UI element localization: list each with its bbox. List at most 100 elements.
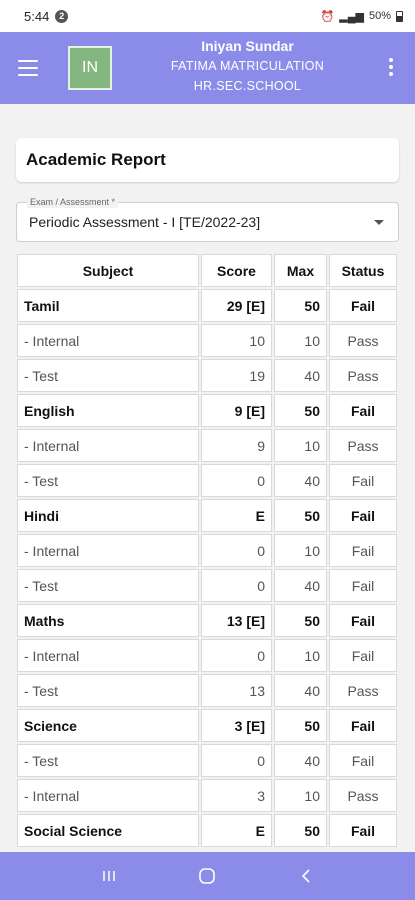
cell-subject: - Internal	[17, 639, 199, 672]
cell-subject: Science	[17, 709, 199, 742]
menu-icon[interactable]	[18, 60, 38, 76]
school-name-line1: FATIMA MATRICULATION	[170, 59, 325, 73]
cell-max: 40	[274, 464, 327, 497]
cell-status: Fail	[329, 499, 397, 532]
cell-subject: Maths	[17, 604, 199, 637]
status-left: 5:44 2	[24, 8, 69, 24]
cell-subject: Tamil	[17, 289, 199, 322]
cell-status: Pass	[329, 674, 397, 707]
cell-subject: - Internal	[17, 429, 199, 462]
cell-score: 9 [E]	[201, 394, 272, 427]
cell-status: Fail	[329, 814, 397, 847]
student-name: Iniyan Sundar	[201, 38, 294, 54]
table-row: - Internal 3 10 Pass	[17, 779, 397, 812]
cell-subject: - Internal	[17, 779, 199, 812]
col-header-status: Status	[329, 254, 397, 287]
cell-max: 50	[274, 499, 327, 532]
alarm-icon: ⏰	[320, 10, 335, 23]
cell-score: 0	[201, 534, 272, 567]
cell-status: Fail	[329, 744, 397, 777]
cell-max: 40	[274, 359, 327, 392]
cell-score: 0	[201, 744, 272, 777]
cell-subject: - Test	[17, 464, 199, 497]
cell-score: 9	[201, 429, 272, 462]
exam-select[interactable]: Exam / Assessment * Periodic Assessment …	[16, 196, 399, 242]
cell-max: 40	[274, 569, 327, 602]
cell-max: 40	[274, 674, 327, 707]
avatar[interactable]: IN	[68, 46, 112, 90]
cell-max: 10	[274, 429, 327, 462]
table-row: - Test 19 40 Pass	[17, 359, 397, 392]
cell-status: Pass	[329, 359, 397, 392]
report-table: Subject Score Max Status Tamil 29 [E] 50 Fa…	[15, 252, 399, 849]
exam-select-label: Exam / Assessment *	[27, 196, 119, 208]
col-header-max: Max	[274, 254, 327, 287]
cell-max: 50	[274, 604, 327, 637]
back-icon[interactable]	[294, 864, 318, 888]
cell-score: 29 [E]	[201, 289, 272, 322]
table-row: - Test 0 40 Fail	[17, 744, 397, 777]
home-icon[interactable]	[195, 864, 219, 888]
status-bar: 5:44 2 ⏰ ▂▄▆ 50%	[0, 0, 415, 32]
cell-status: Fail	[329, 639, 397, 672]
header-text: Iniyan Sundar FATIMA MATRICULATION HR.SE…	[140, 36, 355, 96]
cell-score: 0	[201, 569, 272, 602]
cell-score: 0	[201, 464, 272, 497]
cell-status: Fail	[329, 394, 397, 427]
cell-score: 10	[201, 324, 272, 357]
cell-subject: - Internal	[17, 324, 199, 357]
table-row: - Internal 9 10 Pass	[17, 429, 397, 462]
status-time: 5:44	[24, 8, 50, 24]
table-body: Tamil 29 [E] 50 Fail - Internal 10 10 Pass - Tes…	[17, 289, 397, 847]
cell-subject: Hindi	[17, 499, 199, 532]
cell-subject: - Test	[17, 744, 199, 777]
cell-subject: - Internal	[17, 534, 199, 567]
cell-subject: Social Science	[17, 814, 199, 847]
content: Academic Report Exam / Assessment * Peri…	[0, 104, 415, 852]
cell-status: Pass	[329, 429, 397, 462]
cell-status: Fail	[329, 709, 397, 742]
table-row: - Test 0 40 Fail	[17, 569, 397, 602]
cell-max: 50	[274, 394, 327, 427]
page-title: Academic Report	[16, 138, 399, 182]
cell-max: 50	[274, 814, 327, 847]
table-row: Tamil 29 [E] 50 Fail	[17, 289, 397, 322]
cell-status: Pass	[329, 779, 397, 812]
cell-max: 10	[274, 534, 327, 567]
cell-score: 0	[201, 639, 272, 672]
table-row: - Internal 10 10 Pass	[17, 324, 397, 357]
recents-icon[interactable]	[97, 864, 121, 888]
table-row: - Test 13 40 Pass	[17, 674, 397, 707]
system-nav-bar	[0, 852, 415, 900]
table-row: - Internal 0 10 Fail	[17, 534, 397, 567]
table-row: Social Science E 50 Fail	[17, 814, 397, 847]
cell-max: 10	[274, 779, 327, 812]
col-header-subject: Subject	[17, 254, 199, 287]
cell-status: Fail	[329, 289, 397, 322]
cell-score: 19	[201, 359, 272, 392]
cell-score: 3	[201, 779, 272, 812]
col-header-score: Score	[201, 254, 272, 287]
cell-max: 40	[274, 744, 327, 777]
signal-icon: ▂▄▆	[339, 10, 364, 23]
cell-subject: - Test	[17, 674, 199, 707]
table-row: Science 3 [E] 50 Fail	[17, 709, 397, 742]
table-header-row: Subject Score Max Status	[17, 254, 397, 287]
table-row: - Internal 0 10 Fail	[17, 639, 397, 672]
cell-max: 50	[274, 289, 327, 322]
cell-status: Fail	[329, 464, 397, 497]
status-right: ⏰ ▂▄▆ 50%	[321, 10, 403, 23]
more-vert-icon[interactable]	[389, 58, 393, 76]
cell-score: 13	[201, 674, 272, 707]
table-row: English 9 [E] 50 Fail	[17, 394, 397, 427]
table-row: - Test 0 40 Fail	[17, 464, 397, 497]
table-row: Hindi E 50 Fail	[17, 499, 397, 532]
cell-score: E	[201, 814, 272, 847]
cell-subject: - Test	[17, 569, 199, 602]
battery-icon	[396, 10, 403, 22]
exam-select-value: Periodic Assessment - I [TE/2022-23]	[29, 214, 261, 230]
cell-max: 50	[274, 709, 327, 742]
cell-max: 10	[274, 639, 327, 672]
notification-badge-icon: 2	[55, 9, 69, 23]
dropdown-arrow-icon	[374, 220, 384, 225]
